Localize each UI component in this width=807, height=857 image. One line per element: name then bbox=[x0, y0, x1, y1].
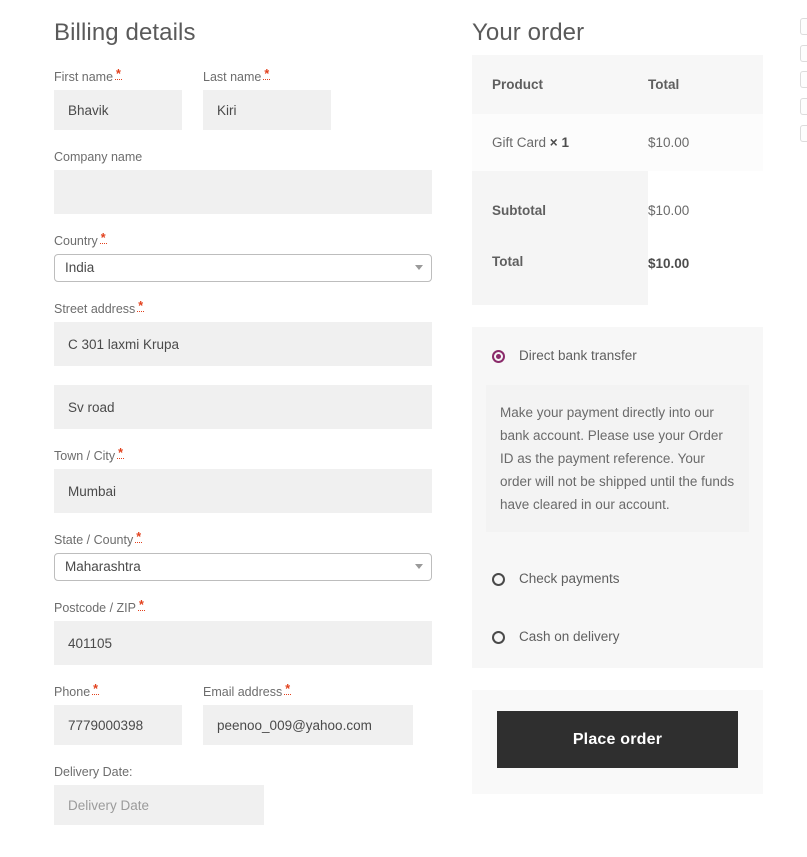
town-city-label: Town / City * bbox=[54, 446, 125, 463]
delivery-date-field-group: Delivery Date: bbox=[54, 764, 264, 825]
company-name-field-group: Company name bbox=[54, 149, 432, 214]
order-item-quantity-separator: × bbox=[549, 135, 558, 150]
street-address-line2-group bbox=[54, 385, 432, 429]
clipped-widget[interactable] bbox=[800, 18, 807, 35]
place-order-container: Place order bbox=[472, 690, 763, 794]
your-order-section: Your order Product Total Gift Card × 1 $… bbox=[472, 0, 763, 794]
clipped-widget[interactable] bbox=[800, 125, 807, 142]
country-select[interactable]: India bbox=[54, 254, 432, 282]
street-address-label: Street address * bbox=[54, 299, 145, 316]
order-total-label: Total bbox=[472, 236, 648, 291]
contact-field-row: Phone* Email address* bbox=[54, 665, 432, 745]
first-name-label: First name * bbox=[54, 67, 122, 84]
radio-unselected-icon[interactable] bbox=[492, 630, 505, 644]
radio-selected-icon[interactable] bbox=[492, 349, 505, 363]
clipped-widget[interactable] bbox=[800, 98, 807, 115]
street-address-line2-input[interactable] bbox=[54, 385, 432, 429]
order-table-foot: Subtotal $10.00 Total $10.00 bbox=[472, 171, 763, 305]
country-select-wrapper: India bbox=[54, 254, 432, 282]
postcode-field-group: Postcode / ZIP * bbox=[54, 598, 432, 665]
payment-option-direct-bank-transfer[interactable]: Direct bank transfer bbox=[472, 327, 763, 385]
payment-method-description: Make your payment directly into our bank… bbox=[486, 385, 749, 532]
order-item-name: Gift Card bbox=[492, 135, 547, 150]
clipped-widget[interactable] bbox=[800, 45, 807, 62]
order-item-total: $10.00 bbox=[648, 114, 763, 171]
order-subtotal-label: Subtotal bbox=[472, 185, 648, 236]
radio-unselected-icon[interactable] bbox=[492, 572, 505, 586]
required-indicator: * bbox=[92, 682, 100, 696]
email-field-group: Email address * bbox=[203, 682, 413, 745]
clipped-widget[interactable] bbox=[800, 71, 807, 88]
required-indicator: * bbox=[117, 446, 125, 460]
state-county-select-wrapper: Maharashtra bbox=[54, 553, 432, 581]
payment-option-label: Cash on delivery bbox=[519, 629, 620, 644]
order-total-row: Total $10.00 bbox=[472, 236, 763, 291]
right-edge-clipped-widgets bbox=[780, 0, 807, 160]
company-name-input[interactable] bbox=[54, 170, 432, 214]
required-indicator: * bbox=[137, 598, 145, 612]
order-item-quantity: 1 bbox=[561, 135, 569, 150]
order-table-header-row: Product Total bbox=[472, 55, 763, 114]
order-table-head: Product Total bbox=[472, 55, 763, 114]
payment-option-check-payments[interactable]: Check payments bbox=[472, 550, 763, 608]
email-input[interactable] bbox=[203, 705, 413, 745]
payment-option-label: Direct bank transfer bbox=[519, 348, 637, 363]
required-indicator: * bbox=[99, 231, 107, 245]
required-indicator: * bbox=[263, 67, 271, 81]
place-order-button[interactable]: Place order bbox=[497, 711, 738, 768]
last-name-field-group: Last name * bbox=[203, 67, 331, 130]
country-field-group: Country * India bbox=[54, 231, 432, 282]
payment-option-label: Check payments bbox=[519, 571, 620, 586]
last-name-input[interactable] bbox=[203, 90, 331, 130]
payment-option-cash-on-delivery[interactable]: Cash on delivery bbox=[472, 608, 763, 666]
postcode-input[interactable] bbox=[54, 621, 432, 665]
payment-methods-box: Direct bank transfer Make your payment d… bbox=[472, 327, 763, 668]
order-item-name-cell: Gift Card × 1 bbox=[472, 114, 648, 171]
first-name-input[interactable] bbox=[54, 90, 182, 130]
last-name-label: Last name * bbox=[203, 67, 271, 84]
order-total-value: $10.00 bbox=[648, 236, 763, 291]
required-indicator: * bbox=[137, 299, 145, 313]
phone-label: Phone * bbox=[54, 682, 100, 699]
required-indicator: * bbox=[135, 530, 143, 544]
payment-spacer bbox=[472, 532, 763, 550]
state-county-field-group: State / County * Maharashtra bbox=[54, 530, 432, 581]
order-foot-spacer-bottom bbox=[472, 291, 763, 305]
postcode-label: Postcode / ZIP * bbox=[54, 598, 145, 615]
order-foot-spacer-top bbox=[472, 171, 763, 185]
company-name-label: Company name bbox=[54, 150, 143, 164]
checkout-page: Billing details First name* Last name* C… bbox=[0, 0, 807, 857]
order-subtotal-value: $10.00 bbox=[648, 185, 763, 236]
your-order-heading: Your order bbox=[472, 19, 585, 46]
state-county-select[interactable]: Maharashtra bbox=[54, 553, 432, 581]
delivery-date-input[interactable] bbox=[54, 785, 264, 825]
phone-field-group: Phone * bbox=[54, 682, 182, 745]
payment-description-text: Make your payment directly into our bank… bbox=[500, 405, 735, 512]
street-address-field-group: Street address * bbox=[54, 299, 432, 366]
country-label: Country * bbox=[54, 231, 107, 248]
billing-details-section: Billing details First name* Last name* C… bbox=[54, 0, 432, 825]
order-table-body: Gift Card × 1 $10.00 bbox=[472, 114, 763, 171]
required-indicator: * bbox=[284, 682, 292, 696]
order-summary-table: Product Total Gift Card × 1 $10.00 Subto… bbox=[472, 55, 763, 305]
town-city-input[interactable] bbox=[54, 469, 432, 513]
billing-details-heading: Billing details bbox=[54, 19, 196, 46]
order-line-item: Gift Card × 1 $10.00 bbox=[472, 114, 763, 171]
phone-input[interactable] bbox=[54, 705, 182, 745]
delivery-date-label: Delivery Date: bbox=[54, 765, 133, 779]
street-address-line1-input[interactable] bbox=[54, 322, 432, 366]
first-name-field-group: First name * bbox=[54, 67, 182, 130]
town-city-field-group: Town / City * bbox=[54, 446, 432, 513]
name-field-row: First name* Last name* bbox=[54, 50, 432, 130]
order-header-product: Product bbox=[472, 55, 648, 114]
email-label: Email address * bbox=[203, 682, 292, 699]
state-county-label: State / County * bbox=[54, 530, 143, 547]
order-header-total: Total bbox=[648, 55, 763, 114]
required-indicator: * bbox=[115, 67, 122, 81]
order-subtotal-row: Subtotal $10.00 bbox=[472, 185, 763, 236]
